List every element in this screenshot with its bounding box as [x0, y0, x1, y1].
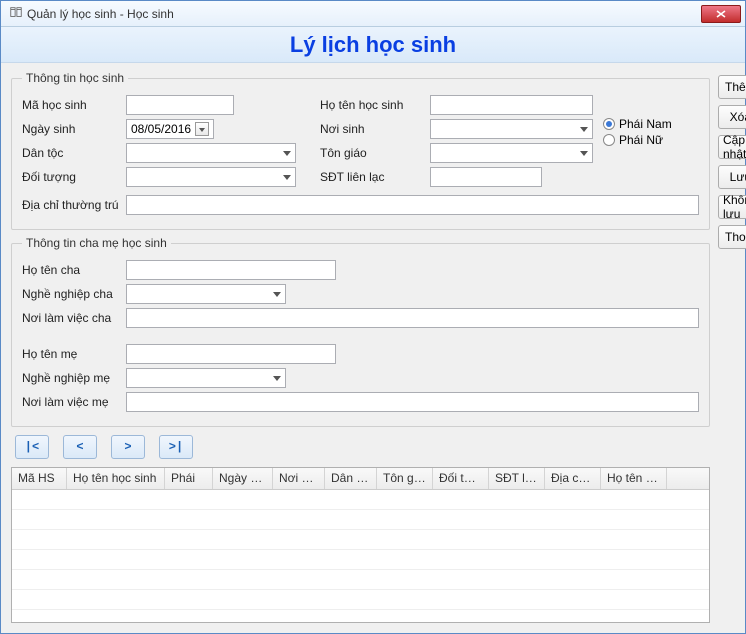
calendar-icon[interactable]	[195, 122, 209, 136]
nav-row: |< < > >|	[11, 433, 710, 461]
grid-header: Mã HSHọ tên học sinhPháiNgày sinhNơi sin…	[12, 468, 709, 490]
grid-body	[12, 490, 709, 622]
app-icon	[9, 5, 23, 22]
gender-female-radio[interactable]: Phái Nữ	[603, 133, 699, 147]
grid-column-header[interactable]: Phái	[165, 468, 213, 489]
label-noi-sinh: Nơi sinh	[320, 122, 424, 136]
ho-ten-me-input[interactable]	[126, 344, 336, 364]
grid-row	[12, 590, 709, 610]
ngay-sinh-datepicker[interactable]: 08/05/2016	[126, 119, 214, 139]
label-ngay-sinh: Ngày sinh	[22, 122, 120, 136]
nav-next-button[interactable]: >	[111, 435, 145, 459]
cap-nhat-button[interactable]: Cập nhật	[718, 135, 746, 159]
label-nghe-cha: Nghề nghiệp cha	[22, 287, 120, 301]
them-button[interactable]: Thêm	[718, 75, 746, 99]
doi-tuong-combo[interactable]	[126, 167, 296, 187]
ton-giao-combo[interactable]	[430, 143, 593, 163]
nav-last-button[interactable]: >|	[159, 435, 193, 459]
label-ma-hs: Mã học sinh	[22, 98, 120, 112]
grid-column-header[interactable]: Họ tên học sinh	[67, 468, 165, 489]
grid-column-header[interactable]: Nơi sinh	[273, 468, 325, 489]
label-doi-tuong: Đối tượng	[22, 170, 120, 184]
gender-female-label: Phái Nữ	[619, 133, 663, 147]
close-button[interactable]	[701, 5, 741, 23]
gender-male-radio[interactable]: Phái Nam	[603, 117, 699, 131]
noi-lam-me-input[interactable]	[126, 392, 699, 412]
ho-ten-cha-input[interactable]	[126, 260, 336, 280]
page-header: Lý lịch học sinh	[1, 27, 745, 63]
xoa-button[interactable]: Xóa	[718, 105, 746, 129]
grid-column-header[interactable]: Dân tộc	[325, 468, 377, 489]
action-buttons: Thêm Xóa Cập nhật Lưu Không lưu Thoát	[718, 71, 746, 623]
noi-lam-cha-input[interactable]	[126, 308, 699, 328]
sdt-input[interactable]	[430, 167, 542, 187]
left-pane: Thông tin học sinh Mã học sinh Ngày sinh…	[11, 71, 710, 623]
parent-info-group: Thông tin cha mẹ học sinh Họ tên cha Ngh…	[11, 236, 710, 427]
data-grid[interactable]: Mã HSHọ tên học sinhPháiNgày sinhNơi sin…	[11, 467, 710, 623]
label-nghe-me: Nghề nghiệp mẹ	[22, 371, 120, 385]
grid-column-header[interactable]: Mã HS	[12, 468, 67, 489]
grid-column-header[interactable]: Ngày sinh	[213, 468, 273, 489]
grid-row	[12, 530, 709, 550]
radio-dot-icon	[603, 134, 615, 146]
nav-prev-button[interactable]: <	[63, 435, 97, 459]
grid-row	[12, 550, 709, 570]
titlebar: Quản lý học sinh - Học sinh	[1, 1, 745, 27]
label-ho-ten-cha: Họ tên cha	[22, 263, 120, 277]
radio-dot-icon	[603, 118, 615, 130]
grid-column-header[interactable]: Tôn giáo	[377, 468, 433, 489]
ma-hs-input[interactable]	[126, 95, 234, 115]
nghe-me-combo[interactable]	[126, 368, 286, 388]
parent-info-legend: Thông tin cha mẹ học sinh	[22, 236, 171, 250]
noi-sinh-combo[interactable]	[430, 119, 593, 139]
thoat-button[interactable]: Thoát	[718, 225, 746, 249]
dan-toc-combo[interactable]	[126, 143, 296, 163]
page-title: Lý lịch học sinh	[290, 32, 456, 58]
grid-row	[12, 510, 709, 530]
nghe-cha-combo[interactable]	[126, 284, 286, 304]
ho-ten-hs-input[interactable]	[430, 95, 593, 115]
grid-row	[12, 490, 709, 510]
dia-chi-input[interactable]	[126, 195, 699, 215]
app-window: Quản lý học sinh - Học sinh Lý lịch học …	[0, 0, 746, 634]
label-sdt: SĐT liên lạc	[320, 170, 424, 184]
label-dia-chi: Địa chỉ thường trú	[22, 198, 120, 212]
luu-button[interactable]: Lưu	[718, 165, 746, 189]
label-ton-giao: Tôn giáo	[320, 146, 424, 160]
khong-luu-button[interactable]: Không lưu	[718, 195, 746, 219]
content-area: Thông tin học sinh Mã học sinh Ngày sinh…	[1, 63, 745, 633]
student-info-legend: Thông tin học sinh	[22, 71, 128, 85]
window-title: Quản lý học sinh - Học sinh	[27, 7, 701, 21]
grid-column-header[interactable]: Đối tượ...	[433, 468, 489, 489]
gender-male-label: Phái Nam	[619, 117, 672, 131]
nav-first-button[interactable]: |<	[15, 435, 49, 459]
grid-column-header[interactable]: SĐT liê...	[489, 468, 545, 489]
grid-row	[12, 570, 709, 590]
label-ho-ten-hs: Họ tên học sinh	[320, 98, 424, 112]
label-ho-ten-me: Họ tên mẹ	[22, 347, 120, 361]
ngay-sinh-value: 08/05/2016	[131, 122, 191, 136]
label-dan-toc: Dân tộc	[22, 146, 120, 160]
label-noi-lam-me: Nơi làm việc mẹ	[22, 395, 120, 409]
grid-column-header[interactable]: Họ tên cha	[601, 468, 667, 489]
label-noi-lam-cha: Nơi làm việc cha	[22, 311, 120, 325]
grid-column-header[interactable]: Địa chỉ t...	[545, 468, 601, 489]
student-info-group: Thông tin học sinh Mã học sinh Ngày sinh…	[11, 71, 710, 230]
